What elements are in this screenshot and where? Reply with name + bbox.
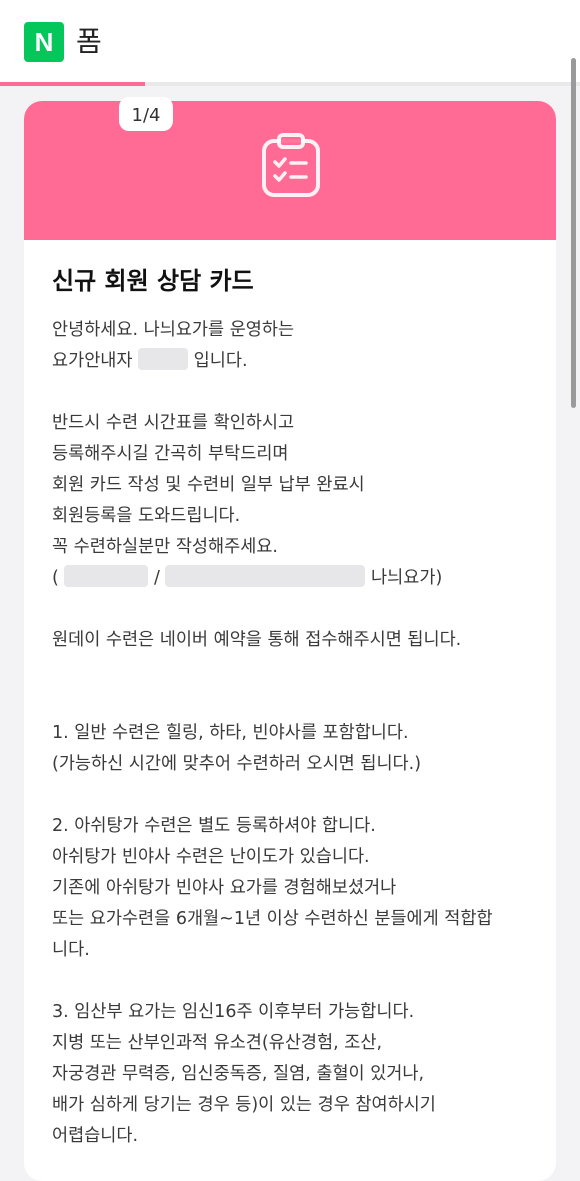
notice-line: 꼭 수련하실분만 작성해주세요. <box>52 537 278 557</box>
item3-line: 배가 심하게 당기는 경우 등)이 있는 경우 참여하시기 <box>52 1095 436 1115</box>
progress-bar <box>0 82 580 86</box>
card-header-banner <box>24 101 556 240</box>
item2-line: 아쉬탕가 빈야사 수련은 난이도가 있습니다. <box>52 847 370 867</box>
form-card: 신규 회원 상담 카드 안녕하세요. 나늬요가를 운영하는 요가안내자 입니다.… <box>24 101 556 1181</box>
clipboard-check-icon <box>262 133 320 197</box>
form-title: 신규 회원 상담 카드 <box>52 267 254 295</box>
notice-line: 등록해주시길 간곡히 부탁드리며 <box>52 444 289 464</box>
item3-line: 3. 임산부 요가는 임신16주 이후부터 가능합니다. <box>52 1002 415 1022</box>
notice-line: 회원등록을 도와드립니다. <box>52 506 241 526</box>
redacted-account-number <box>165 565 366 587</box>
intro-line: 요가안내자 입니다. <box>52 346 532 377</box>
intro-suffix: 입니다. <box>193 351 248 371</box>
item3-line: 어렵습니다. <box>52 1126 139 1146</box>
intro-prefix: 요가안내자 <box>52 351 133 371</box>
account-close: 나늬요가) <box>371 568 443 588</box>
progress-fill <box>0 82 145 86</box>
item1-line: 1. 일반 수련은 힐링, 하타, 빈야사를 포함합니다. <box>52 723 409 743</box>
item2-line: 기존에 아쉬탕가 빈야사 요가를 경험해보셨거나 <box>52 878 397 898</box>
form-description: 안녕하세요. 나늬요가를 운영하는 요가안내자 입니다. 반드시 수련 시간표를… <box>52 315 532 1152</box>
naver-logo-icon[interactable]: N <box>24 22 64 62</box>
redacted-name <box>138 348 189 370</box>
notice-line: 반드시 수련 시간표를 확인하시고 <box>52 413 295 433</box>
item1-line: (가능하신 시간에 맞추어 수련하러 오시면 됩니다.) <box>52 754 422 774</box>
account-open: ( <box>52 568 59 588</box>
account-separator: / <box>153 568 160 588</box>
oneday-line: 원데이 수련은 네이버 예약을 통해 접수해주시면 됩니다. <box>52 630 462 650</box>
item3-line: 지병 또는 산부인과적 유소견(유산경험, 조산, <box>52 1033 383 1053</box>
item2-line: 또는 요가수련을 6개월~1년 이상 수련하신 분들에게 적합합 <box>52 909 493 929</box>
app-title: 폼 <box>76 25 102 58</box>
notice-line: 회원 카드 작성 및 수련비 일부 납부 완료시 <box>52 475 365 495</box>
item2-line: 니다. <box>52 940 90 960</box>
item2-line: 2. 아쉬탕가 수련은 별도 등록하셔야 합니다. <box>52 816 376 836</box>
page-indicator-badge: 1/4 <box>119 97 173 131</box>
redacted-bank <box>64 565 149 587</box>
account-line: ( / 나늬요가) <box>52 563 532 594</box>
top-header: N 폼 <box>0 0 580 82</box>
item3-line: 자궁경관 무력증, 임신중독증, 질염, 출혈이 있거나, <box>52 1064 425 1084</box>
scrollbar-thumb[interactable] <box>571 58 576 408</box>
intro-line: 안녕하세요. 나늬요가를 운영하는 <box>52 320 295 340</box>
